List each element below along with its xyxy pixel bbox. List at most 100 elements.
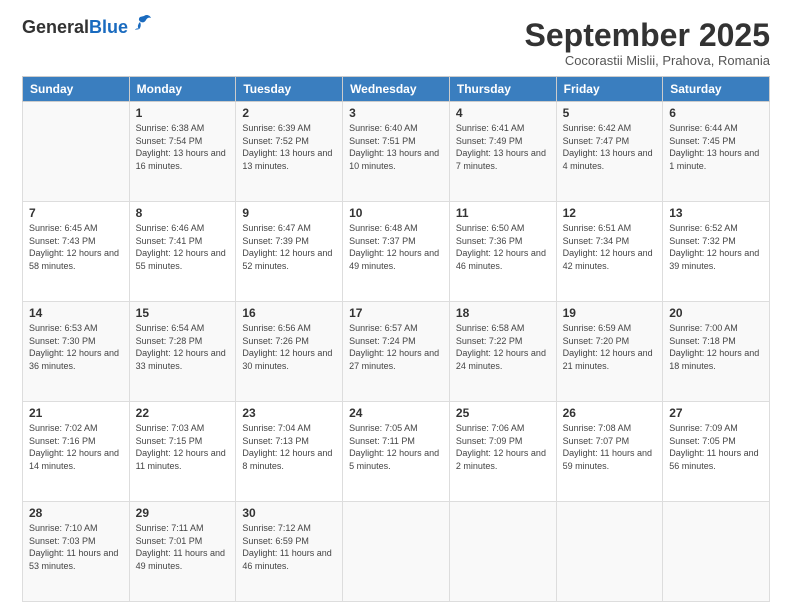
- calendar-cell-w0d1: 1 Sunrise: 6:38 AMSunset: 7:54 PMDaylight…: [129, 102, 236, 202]
- day-info: Sunrise: 6:41 AMSunset: 7:49 PMDaylight:…: [456, 122, 550, 172]
- col-thursday: Thursday: [449, 77, 556, 102]
- calendar-week-row-3: 21Sunrise: 7:02 AMSunset: 7:16 PMDayligh…: [23, 402, 770, 502]
- page: GeneralBlue September 2025 Cocorastii Mi…: [0, 0, 792, 612]
- day-number: 20: [669, 306, 763, 320]
- col-saturday: Saturday: [663, 77, 770, 102]
- day-info: Sunrise: 7:10 AMSunset: 7:03 PMDaylight:…: [29, 522, 123, 572]
- day-info: Sunrise: 6:44 AMSunset: 7:45 PMDaylight:…: [669, 122, 763, 172]
- calendar-cell-w4d6: [663, 502, 770, 602]
- calendar-cell-w3d3: 24 Sunrise: 7:05 AMSunset: 7:11 PMDayligh…: [343, 402, 450, 502]
- calendar-cell-w2d4: 18Sunrise: 6:58 AMSunset: 7:22 PMDayligh…: [449, 302, 556, 402]
- day-number: 29: [136, 506, 230, 520]
- day-number: 6: [669, 106, 763, 120]
- day-number: 17: [349, 306, 443, 320]
- day-info: Sunrise: 7:12 AMSunset: 6:59 PMDaylight:…: [242, 522, 336, 572]
- day-number: 12: [563, 206, 657, 220]
- day-number: 2: [242, 106, 336, 120]
- day-number: 25: [456, 406, 550, 420]
- day-number: 18: [456, 306, 550, 320]
- logo-text: GeneralBlue: [22, 18, 128, 38]
- day-info: Sunrise: 6:51 AMSunset: 7:34 PMDaylight:…: [563, 222, 657, 272]
- calendar-cell-w4d1: 29 Sunrise: 7:11 AMSunset: 7:01 PMDayligh…: [129, 502, 236, 602]
- calendar-cell-w4d3: [343, 502, 450, 602]
- day-number: 5: [563, 106, 657, 120]
- day-info: Sunrise: 6:54 AMSunset: 7:28 PMDaylight:…: [136, 322, 230, 372]
- day-number: 11: [456, 206, 550, 220]
- calendar-week-row-2: 14 Sunrise: 6:53 AMSunset: 7:30 PMDayligh…: [23, 302, 770, 402]
- day-info: Sunrise: 7:04 AMSunset: 7:13 PMDaylight:…: [242, 422, 336, 472]
- calendar-cell-w3d2: 23 Sunrise: 7:04 AMSunset: 7:13 PMDayligh…: [236, 402, 343, 502]
- day-number: 30: [242, 506, 336, 520]
- calendar-header-row: Sunday Monday Tuesday Wednesday Thursday…: [23, 77, 770, 102]
- day-number: 3: [349, 106, 443, 120]
- day-info: Sunrise: 7:05 AMSunset: 7:11 PMDaylight:…: [349, 422, 443, 472]
- calendar-cell-w4d0: 28 Sunrise: 7:10 AMSunset: 7:03 PMDayligh…: [23, 502, 130, 602]
- calendar-cell-w1d3: 10 Sunrise: 6:48 AMSunset: 7:37 PMDayligh…: [343, 202, 450, 302]
- day-number: 4: [456, 106, 550, 120]
- calendar-cell-w3d1: 22Sunrise: 7:03 AMSunset: 7:15 PMDayligh…: [129, 402, 236, 502]
- day-info: Sunrise: 6:39 AMSunset: 7:52 PMDaylight:…: [242, 122, 336, 172]
- day-info: Sunrise: 6:42 AMSunset: 7:47 PMDaylight:…: [563, 122, 657, 172]
- calendar-week-row-1: 7Sunrise: 6:45 AMSunset: 7:43 PMDaylight…: [23, 202, 770, 302]
- day-number: 10: [349, 206, 443, 220]
- calendar-cell-w0d5: 5 Sunrise: 6:42 AMSunset: 7:47 PMDaylight…: [556, 102, 663, 202]
- calendar-cell-w4d2: 30 Sunrise: 7:12 AMSunset: 6:59 PMDayligh…: [236, 502, 343, 602]
- calendar-cell-w2d3: 17 Sunrise: 6:57 AMSunset: 7:24 PMDayligh…: [343, 302, 450, 402]
- day-info: Sunrise: 7:08 AMSunset: 7:07 PMDaylight:…: [563, 422, 657, 472]
- day-number: 28: [29, 506, 123, 520]
- calendar-cell-w2d0: 14 Sunrise: 6:53 AMSunset: 7:30 PMDayligh…: [23, 302, 130, 402]
- calendar-cell-w2d2: 16 Sunrise: 6:56 AMSunset: 7:26 PMDayligh…: [236, 302, 343, 402]
- day-info: Sunrise: 6:38 AMSunset: 7:54 PMDaylight:…: [136, 122, 230, 172]
- calendar-cell-w3d0: 21Sunrise: 7:02 AMSunset: 7:16 PMDayligh…: [23, 402, 130, 502]
- day-info: Sunrise: 6:53 AMSunset: 7:30 PMDaylight:…: [29, 322, 123, 372]
- day-info: Sunrise: 7:02 AMSunset: 7:16 PMDaylight:…: [29, 422, 123, 472]
- calendar-cell-w1d6: 13Sunrise: 6:52 AMSunset: 7:32 PMDayligh…: [663, 202, 770, 302]
- calendar-cell-w2d5: 19Sunrise: 6:59 AMSunset: 7:20 PMDayligh…: [556, 302, 663, 402]
- calendar-cell-w0d6: 6 Sunrise: 6:44 AMSunset: 7:45 PMDaylight…: [663, 102, 770, 202]
- day-info: Sunrise: 7:11 AMSunset: 7:01 PMDaylight:…: [136, 522, 230, 572]
- calendar-cell-w2d6: 20Sunrise: 7:00 AMSunset: 7:18 PMDayligh…: [663, 302, 770, 402]
- day-number: 26: [563, 406, 657, 420]
- calendar-cell-w1d0: 7Sunrise: 6:45 AMSunset: 7:43 PMDaylight…: [23, 202, 130, 302]
- day-number: 8: [136, 206, 230, 220]
- day-number: 22: [136, 406, 230, 420]
- month-title: September 2025: [525, 18, 770, 53]
- calendar-cell-w2d1: 15Sunrise: 6:54 AMSunset: 7:28 PMDayligh…: [129, 302, 236, 402]
- calendar-cell-w1d4: 11Sunrise: 6:50 AMSunset: 7:36 PMDayligh…: [449, 202, 556, 302]
- day-info: Sunrise: 6:57 AMSunset: 7:24 PMDaylight:…: [349, 322, 443, 372]
- day-info: Sunrise: 6:47 AMSunset: 7:39 PMDaylight:…: [242, 222, 336, 272]
- calendar-week-row-0: 1 Sunrise: 6:38 AMSunset: 7:54 PMDaylight…: [23, 102, 770, 202]
- col-sunday: Sunday: [23, 77, 130, 102]
- day-number: 13: [669, 206, 763, 220]
- day-number: 27: [669, 406, 763, 420]
- day-number: 14: [29, 306, 123, 320]
- day-number: 16: [242, 306, 336, 320]
- calendar-cell-w4d5: [556, 502, 663, 602]
- col-friday: Friday: [556, 77, 663, 102]
- logo-bird-icon: [130, 14, 152, 34]
- calendar-cell-w1d5: 12 Sunrise: 6:51 AMSunset: 7:34 PMDayligh…: [556, 202, 663, 302]
- day-number: 19: [563, 306, 657, 320]
- calendar-week-row-4: 28 Sunrise: 7:10 AMSunset: 7:03 PMDayligh…: [23, 502, 770, 602]
- day-info: Sunrise: 6:46 AMSunset: 7:41 PMDaylight:…: [136, 222, 230, 272]
- day-info: Sunrise: 7:09 AMSunset: 7:05 PMDaylight:…: [669, 422, 763, 472]
- day-number: 24: [349, 406, 443, 420]
- day-number: 7: [29, 206, 123, 220]
- col-monday: Monday: [129, 77, 236, 102]
- title-block: September 2025 Cocorastii Mislii, Prahov…: [525, 18, 770, 68]
- calendar-cell-w3d4: 25Sunrise: 7:06 AMSunset: 7:09 PMDayligh…: [449, 402, 556, 502]
- header: GeneralBlue September 2025 Cocorastii Mi…: [22, 18, 770, 68]
- calendar-cell-w4d4: [449, 502, 556, 602]
- calendar-cell-w3d5: 26 Sunrise: 7:08 AMSunset: 7:07 PMDayligh…: [556, 402, 663, 502]
- calendar-cell-w0d3: 3Sunrise: 6:40 AMSunset: 7:51 PMDaylight…: [343, 102, 450, 202]
- day-number: 1: [136, 106, 230, 120]
- day-info: Sunrise: 6:48 AMSunset: 7:37 PMDaylight:…: [349, 222, 443, 272]
- calendar-cell-w3d6: 27 Sunrise: 7:09 AMSunset: 7:05 PMDayligh…: [663, 402, 770, 502]
- calendar-table: Sunday Monday Tuesday Wednesday Thursday…: [22, 76, 770, 602]
- day-number: 23: [242, 406, 336, 420]
- day-info: Sunrise: 6:56 AMSunset: 7:26 PMDaylight:…: [242, 322, 336, 372]
- col-tuesday: Tuesday: [236, 77, 343, 102]
- day-number: 9: [242, 206, 336, 220]
- calendar-cell-w1d2: 9 Sunrise: 6:47 AMSunset: 7:39 PMDaylight…: [236, 202, 343, 302]
- col-wednesday: Wednesday: [343, 77, 450, 102]
